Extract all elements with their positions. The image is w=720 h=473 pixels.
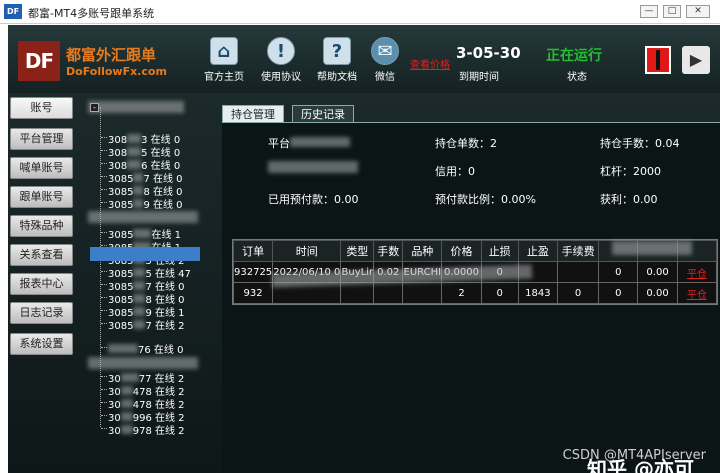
cell-price: 2 [441, 282, 482, 304]
app-logo-icon: DF [4, 4, 22, 19]
close-position-link[interactable]: 平仓 [676, 282, 718, 304]
app-window: DF 都富外汇跟单 DoFollowFx.com ⌂ 官方主页 ! 使用协议 ?… [8, 25, 720, 473]
cell-order: 932 [232, 282, 274, 304]
credit: 信用：0 [435, 165, 475, 178]
sidebar-item-follow-account[interactable]: 跟单账号 [10, 186, 73, 208]
header: DF 都富外汇跟单 DoFollowFx.com ⌂ 官方主页 ! 使用协议 ?… [8, 25, 720, 93]
csdn-watermark: CSDN @MT4APIserver [562, 448, 706, 463]
brand-logo: DF [18, 41, 60, 81]
status-label: 状态 [567, 72, 587, 83]
cell-fee: 0 [556, 282, 600, 304]
tab-positions[interactable]: 持仓管理 [222, 105, 284, 123]
home-icon: ⌂ [210, 37, 238, 65]
maximize-button[interactable]: □ [663, 5, 681, 18]
tree-node[interactable]: 3085 9 在线 0 [108, 196, 183, 211]
agreement-label: 使用协议 [261, 72, 301, 83]
homepage-label: 官方主页 [204, 72, 244, 83]
window-title: 都富-MT4多账号跟单系统 [28, 7, 155, 20]
col-type[interactable]: 类型 [340, 240, 375, 262]
col-takeprofit[interactable]: 止盈 [517, 240, 558, 262]
cell-symbol [402, 282, 443, 304]
col-price[interactable]: 价格 [441, 240, 482, 262]
tab-history[interactable]: 历史记录 [292, 105, 354, 123]
sidebar-item-relations[interactable]: 关系查看 [10, 244, 73, 266]
sidebar: 账号 平台管理 喊单账号 跟单账号 特殊品种 关系查看 报表中心 日志记录 系统… [8, 97, 76, 387]
cell-profit: 0.00 [637, 282, 678, 304]
expire-date: 3-05-30 [456, 44, 521, 62]
used-margin: 已用预付款：0.00 [268, 193, 359, 206]
cell-takeprofit: 1843 [517, 282, 558, 304]
window-titlebar: DF 都富-MT4多账号跟单系统 — □ ✕ [0, 0, 720, 24]
tree-selected-node[interactable] [90, 247, 200, 261]
brand-name: 都富外汇跟单 [66, 46, 157, 64]
wechat-icon: ✉ [371, 37, 399, 65]
help-button[interactable]: ? 帮助文档 [313, 35, 361, 87]
agreement-button[interactable]: ! 使用协议 [257, 35, 305, 87]
col-fee[interactable]: 手续费 [556, 240, 600, 262]
col-lots[interactable]: 手数 [373, 240, 404, 262]
minimize-button[interactable]: — [640, 5, 658, 18]
close-position-link[interactable]: 平仓 [676, 261, 718, 283]
positions-panel: 平台 持仓单数：2 持仓手数：0.04 信用：0 杠杆：2000 已用预付款：0… [222, 122, 720, 473]
wechat-label: 微信 [375, 72, 395, 83]
profit: 获利：0.00 [600, 193, 658, 206]
cell-stoploss: 0 [480, 282, 519, 304]
help-icon: ? [323, 37, 351, 65]
start-button[interactable]: ▶ [682, 46, 710, 74]
cell-type [340, 282, 375, 304]
tab-bar: 持仓管理 历史记录 [222, 103, 720, 123]
cell-fee [556, 261, 600, 283]
col-stoploss[interactable]: 止损 [480, 240, 519, 262]
margin-ratio: 预付款比例：0.00% [435, 193, 536, 206]
brand-url: DoFollowFx.com [66, 65, 167, 78]
stop-button[interactable] [645, 46, 671, 74]
col-symbol[interactable]: 品种 [402, 240, 443, 262]
position-lots: 持仓手数：0.04 [600, 137, 680, 150]
sidebar-item-settings[interactable]: 系统设置 [10, 333, 73, 355]
order-count: 持仓单数：2 [435, 137, 497, 150]
col-time[interactable]: 时间 [272, 240, 342, 262]
close-button[interactable]: ✕ [686, 5, 710, 18]
expire-label: 到期时间 [459, 72, 499, 83]
tree-node[interactable]: 76 在线 0 [108, 341, 183, 356]
account-tree: - 308 3 在线 0 308 5 在线 0 308 6 在线 0 3085 7 在线… [86, 101, 216, 441]
leverage: 杠杆：2000 [600, 165, 661, 178]
sidebar-item-logs[interactable]: 日志记录 [10, 302, 73, 324]
sidebar-item-signal-account[interactable]: 喊单账号 [10, 157, 73, 179]
cell-order: 932725 [232, 261, 274, 283]
cell-swap: 0 [598, 282, 639, 304]
homepage-button[interactable]: ⌂ 官方主页 [200, 35, 248, 87]
info-icon: ! [267, 37, 295, 65]
tree-node[interactable]: 30 978 在线 2 [108, 422, 185, 437]
col-order[interactable]: 订单 [232, 240, 274, 262]
wechat-button[interactable]: ✉ 微信 [361, 35, 409, 87]
sidebar-item-account[interactable]: 账号 [10, 97, 73, 119]
tree-group-toggle[interactable]: - [90, 103, 99, 112]
tree-node[interactable]: 3085 7 在线 2 [108, 317, 185, 332]
sidebar-item-reports[interactable]: 报表中心 [10, 273, 73, 295]
cell-swap: 0 [598, 261, 639, 283]
view-price-link[interactable]: 查看价格 [410, 56, 450, 71]
cell-lots [373, 282, 404, 304]
sidebar-item-platform[interactable]: 平台管理 [10, 128, 73, 150]
sidebar-item-special-symbols[interactable]: 特殊品种 [10, 215, 73, 237]
platform-label: 平台 [268, 135, 350, 151]
cell-profit: 0.00 [637, 261, 678, 283]
run-status: 正在运行 [546, 48, 602, 64]
